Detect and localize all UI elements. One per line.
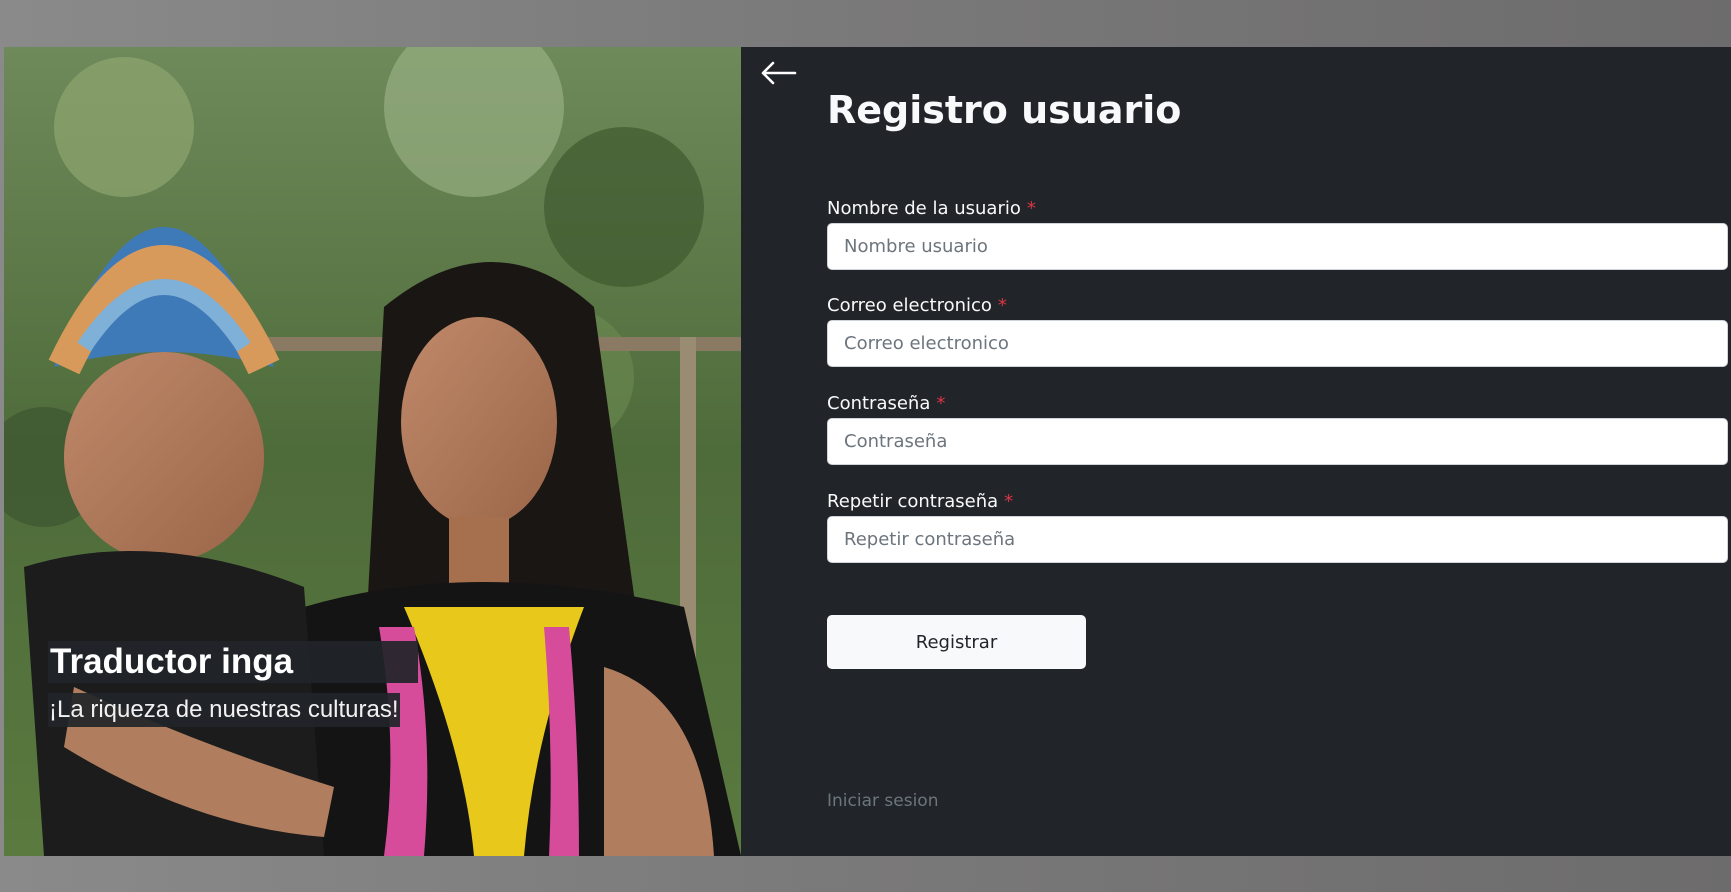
repeat-password-input[interactable] [827, 516, 1728, 563]
password-field-group: Contraseña * [827, 391, 1728, 465]
username-field-group: Nombre de la usuario * [827, 196, 1728, 270]
hero-image [4, 47, 741, 856]
hero-photo: Traductor inga ¡La riqueza de nuestras c… [4, 47, 741, 856]
hero-caption: Traductor inga ¡La riqueza de nuestras c… [48, 641, 418, 727]
app-window: Traductor inga ¡La riqueza de nuestras c… [4, 47, 1731, 856]
repeat-password-field-group: Repetir contraseña * [827, 489, 1728, 563]
back-button[interactable] [757, 57, 799, 89]
hero-subtitle: ¡La riqueza de nuestras culturas! [48, 693, 400, 727]
login-link[interactable]: Iniciar sesion [827, 791, 938, 811]
password-label: Contraseña * [827, 393, 946, 414]
username-label: Nombre de la usuario * [827, 198, 1036, 219]
required-mark: * [1026, 198, 1036, 219]
registration-panel: Registro usuario Nombre de la usuario* C… [741, 47, 1731, 856]
repeat-password-label: Repetir contraseña * [827, 491, 1014, 512]
page-title: Registro usuario [827, 88, 1182, 132]
username-input[interactable] [827, 223, 1728, 270]
required-mark: * [936, 393, 946, 414]
email-field-group: Correo electronico * [827, 293, 1728, 367]
hero-title: Traductor inga [48, 641, 418, 683]
email-input[interactable] [827, 320, 1728, 367]
password-input[interactable] [827, 418, 1728, 465]
email-label: Correo electronico * [827, 295, 1007, 316]
required-mark: * [1004, 491, 1014, 512]
arrow-left-icon [761, 61, 797, 85]
required-mark: * [997, 295, 1007, 316]
register-button[interactable]: Registrar [827, 615, 1086, 669]
